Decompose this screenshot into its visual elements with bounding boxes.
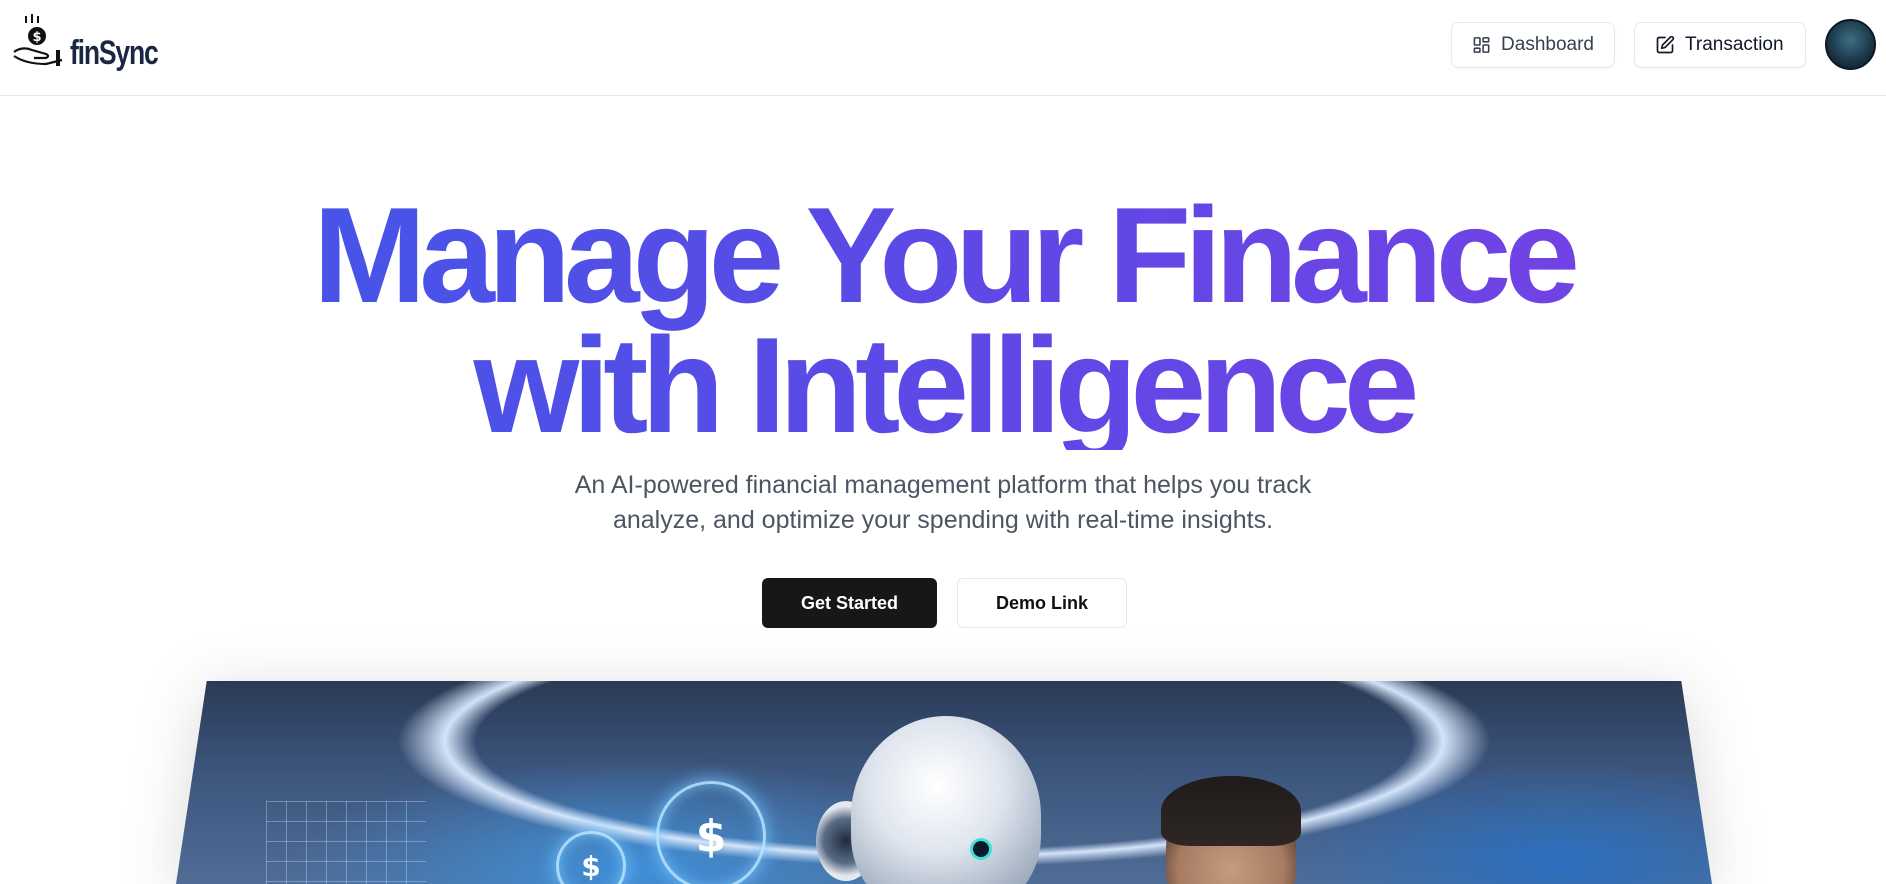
hero-subtitle-line-1: An AI-powered financial management platf…: [574, 471, 1312, 499]
pen-square-icon: [1656, 35, 1675, 54]
dollar-coin-icon: $: [656, 781, 766, 884]
hero-title-line-2: with Intelligence: [473, 309, 1413, 461]
svg-text:$: $: [32, 30, 41, 45]
dashboard-label: Dashboard: [1501, 34, 1594, 55]
transaction-button[interactable]: Transaction: [1634, 22, 1806, 68]
person-hair-graphic: [1161, 776, 1301, 846]
layout-grid-icon: [1473, 37, 1490, 53]
demo-link-button[interactable]: Demo Link: [957, 578, 1127, 628]
hand-coin-icon: $: [13, 14, 63, 66]
hero-banner-image: $ $: [176, 681, 1712, 884]
hero-illustration: $ $: [176, 681, 1712, 884]
hero-title: Manage Your Finance with Intelligence: [0, 190, 1886, 450]
robot-head-graphic: [851, 716, 1041, 884]
dollar-coin-small-icon: $: [556, 831, 626, 884]
get-started-button[interactable]: Get Started: [762, 578, 937, 628]
user-avatar[interactable]: [1825, 19, 1876, 70]
hero-subtitle-line-2: analyze, and optimize your spending with…: [612, 506, 1274, 534]
robot-eye-graphic: [973, 841, 989, 857]
top-navbar: $ finSync Dashboard Transaction: [0, 0, 1886, 96]
transaction-label: Transaction: [1685, 34, 1784, 55]
brand-logo[interactable]: $ finSync: [12, 14, 172, 78]
brand-name: finSync: [70, 34, 159, 72]
hologram-chart-graphic: [266, 801, 426, 884]
dashboard-button[interactable]: Dashboard: [1451, 22, 1615, 68]
hero-subtitle: An AI-powered financial management platf…: [443, 468, 1443, 538]
